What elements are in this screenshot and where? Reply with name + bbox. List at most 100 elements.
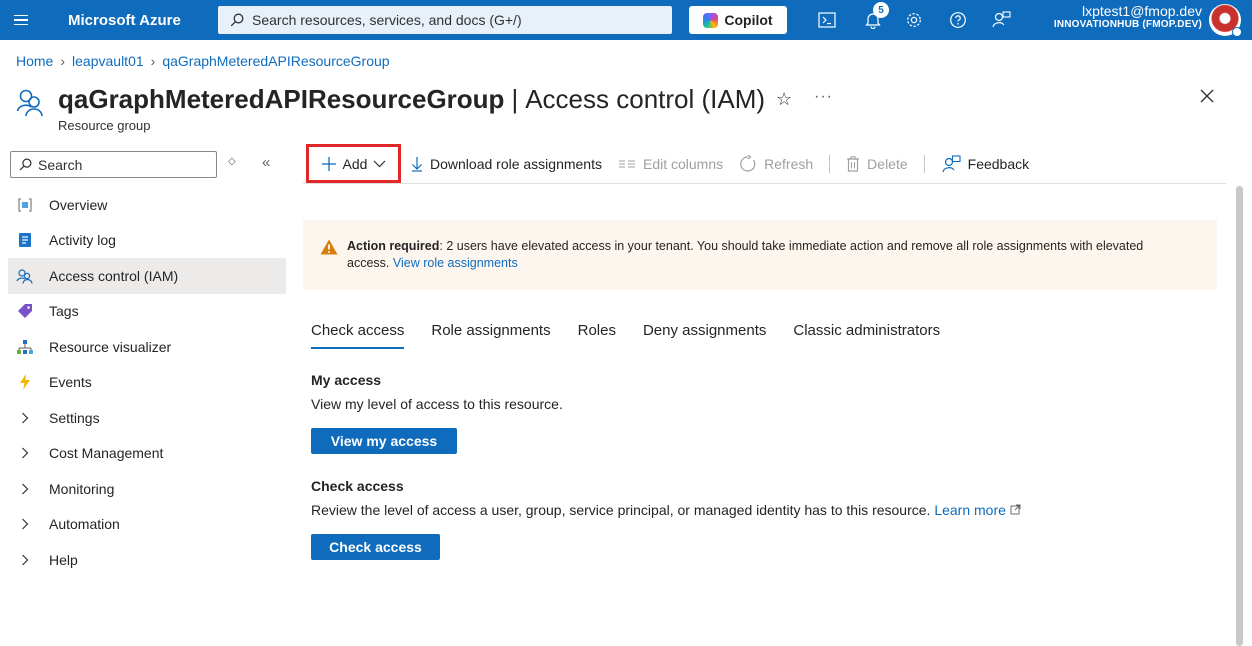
toolbar-divider <box>923 154 925 173</box>
close-icon[interactable] <box>1199 88 1215 107</box>
my-access-heading: My access <box>311 372 382 388</box>
account-email: lxptest1@fmop.dev <box>1081 3 1202 19</box>
iam-icon <box>16 267 34 285</box>
search-icon <box>230 13 244 27</box>
nav-item-access-control[interactable]: Access control (IAM) <box>8 258 286 294</box>
cloud-shell-icon[interactable] <box>815 8 839 32</box>
nav-item-label: Tags <box>49 303 79 320</box>
nav-item-label: Events <box>49 374 92 391</box>
download-label: Download role assignments <box>430 155 602 172</box>
notification-count-badge: 5 <box>873 2 889 18</box>
check-access-description-row: Review the level of access a user, group… <box>311 502 1021 518</box>
tab-role-assignments[interactable]: Role assignments <box>431 322 550 349</box>
activity-log-icon <box>16 231 34 249</box>
breadcrumb: Home › leapvault01 › qaGraphMeteredAPIRe… <box>16 53 390 69</box>
check-access-heading: Check access <box>311 478 404 494</box>
breadcrumb-subscription[interactable]: leapvault01 <box>72 53 144 69</box>
tag-icon <box>16 302 34 320</box>
collapse-menu-icon[interactable]: « <box>262 154 270 171</box>
avatar[interactable] <box>1209 4 1242 37</box>
nav-item-activity-log[interactable]: Activity log <box>8 223 286 259</box>
check-access-button[interactable]: Check access <box>311 534 440 560</box>
nav-item-cost-management[interactable]: Cost Management <box>8 436 286 472</box>
nav-item-label: Automation <box>49 516 120 533</box>
view-role-assignments-link[interactable]: View role assignments <box>393 256 518 270</box>
account-tenant: INNOVATIONHUB (FMOP.DEV) <box>1053 19 1202 31</box>
check-access-description: Review the level of access a user, group… <box>311 502 931 518</box>
refresh-button[interactable]: Refresh <box>739 154 813 173</box>
nav-item-overview[interactable]: Overview <box>8 187 286 223</box>
nav-item-settings[interactable]: Settings <box>8 400 286 436</box>
warning-icon <box>320 239 338 260</box>
tab-classic-administrators[interactable]: Classic administrators <box>793 322 940 349</box>
elevated-access-alert: Action required: 2 users have elevated a… <box>303 220 1217 290</box>
blade-title: Access control (IAM) <box>525 84 766 114</box>
learn-more-link[interactable]: Learn more <box>934 502 1021 518</box>
toolbar-divider <box>829 154 831 173</box>
nav-item-label: Resource visualizer <box>49 338 172 355</box>
nav-item-help[interactable]: Help <box>8 542 286 578</box>
breadcrumb-home[interactable]: Home <box>16 53 53 69</box>
feedback-icon <box>942 154 961 172</box>
copilot-button[interactable]: Copilot <box>689 6 787 34</box>
chevron-right-icon <box>16 483 34 495</box>
chevron-right-icon <box>16 447 34 459</box>
nav-item-label: Overview <box>49 196 108 213</box>
nav-item-automation[interactable]: Automation <box>8 507 286 543</box>
tab-roles[interactable]: Roles <box>578 322 616 349</box>
edit-columns-icon <box>618 160 635 167</box>
add-button[interactable]: Add <box>306 144 401 183</box>
delete-button[interactable]: Delete <box>846 155 908 172</box>
page-subtitle: Resource group <box>58 118 151 133</box>
nav-item-resource-visualizer[interactable]: Resource visualizer <box>8 329 286 365</box>
nav-search-input[interactable]: Search <box>10 151 217 178</box>
edit-columns-button[interactable]: Edit columns <box>618 156 723 172</box>
copilot-icon <box>703 12 719 28</box>
page-header: qaGraphMeteredAPIResourceGroup | Access co… <box>16 84 1236 136</box>
trash-icon <box>847 155 860 172</box>
tab-check-access[interactable]: Check access <box>311 322 405 349</box>
download-role-assignments-button[interactable]: Download role assignments <box>411 156 602 172</box>
chevron-right-icon <box>16 554 34 566</box>
view-my-access-button[interactable]: View my access <box>311 428 457 454</box>
portal-brand[interactable]: Microsoft Azure <box>68 12 220 29</box>
tab-deny-assignments[interactable]: Deny assignments <box>643 322 766 349</box>
add-button-label: Add <box>342 155 368 172</box>
scrollbar-thumb[interactable] <box>1236 186 1243 646</box>
chevron-down-icon <box>374 160 386 167</box>
copilot-label: Copilot <box>724 12 773 28</box>
expand-collapse-all-icon[interactable]: ◇ <box>228 156 236 167</box>
nav-item-monitoring[interactable]: Monitoring <box>8 471 286 507</box>
nav-search-placeholder: Search <box>38 156 83 173</box>
more-options-icon[interactable]: ··· <box>814 88 833 106</box>
learn-more-label: Learn more <box>934 502 1006 518</box>
plus-icon <box>321 156 336 171</box>
breadcrumb-resource-group[interactable]: qaGraphMeteredAPIResourceGroup <box>162 53 389 69</box>
feedback-person-icon[interactable] <box>989 8 1013 32</box>
nav-item-events[interactable]: Events <box>8 365 286 401</box>
help-icon[interactable] <box>946 8 970 32</box>
visualizer-icon <box>16 338 34 356</box>
resource-menu: Overview Activity log Access control (IA… <box>8 187 286 578</box>
iam-tabs: Check access Role assignments Roles Deny… <box>311 322 967 349</box>
external-link-icon <box>1010 504 1021 515</box>
nav-item-tags[interactable]: Tags <box>8 294 286 330</box>
menu-icon[interactable] <box>0 0 42 40</box>
nav-item-label: Access control (IAM) <box>49 267 179 284</box>
account-menu[interactable]: lxptest1@fmop.dev INNOVATIONHUB (FMOP.DE… <box>1054 3 1202 31</box>
feedback-button[interactable]: Feedback <box>941 154 1029 173</box>
notifications-icon[interactable]: 5 <box>861 2 889 32</box>
settings-gear-icon[interactable] <box>902 8 926 32</box>
global-search-input[interactable]: Search resources, services, and docs (G+… <box>218 6 672 34</box>
chevron-right-icon <box>16 518 34 530</box>
edit-columns-label: Edit columns <box>642 155 724 172</box>
favorite-star-icon[interactable]: ☆ <box>776 89 792 110</box>
chevron-right-icon: › <box>60 53 66 69</box>
vertical-scrollbar[interactable] <box>1235 186 1243 646</box>
title-separator: | <box>511 84 519 114</box>
nav-item-label: Settings <box>49 409 100 426</box>
search-icon <box>19 158 32 171</box>
resource-name: qaGraphMeteredAPIResourceGroup <box>58 84 505 114</box>
download-icon <box>412 156 422 172</box>
delete-label: Delete <box>867 155 908 172</box>
